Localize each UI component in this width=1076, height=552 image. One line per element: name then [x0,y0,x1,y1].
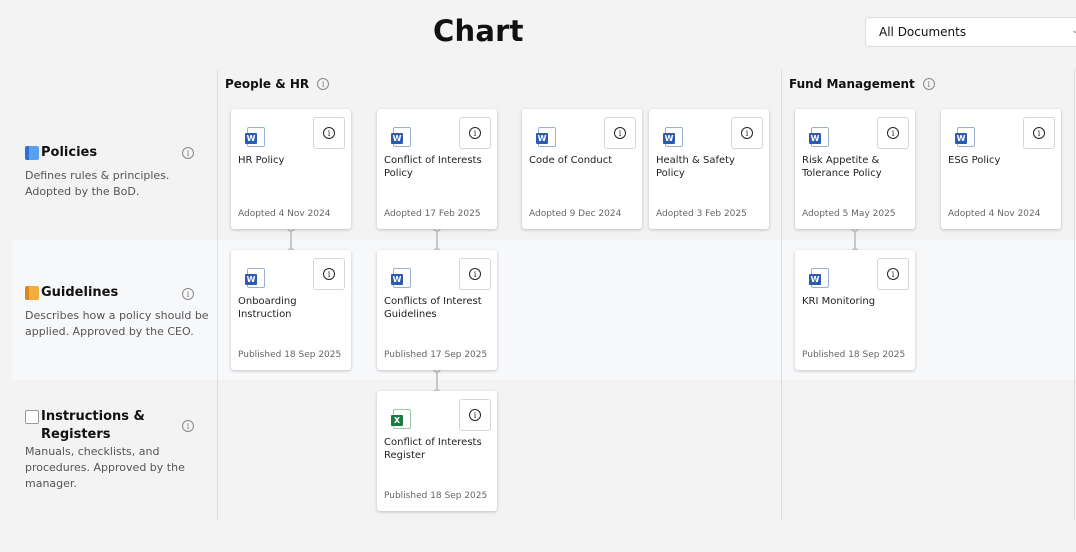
card-title: Health & Safety Policy [656,155,735,179]
info-icon: i [469,409,481,421]
row-label-policies: Policies i Defines rules & principles. A… [25,144,215,200]
card-status: Published 18 Sep 2025 [802,350,906,360]
connector [433,365,441,397]
word-file-icon: W [245,127,265,147]
card-status: Adopted 5 May 2025 [802,209,896,219]
info-icon: i [323,268,335,280]
document-card-kri-monitoring[interactable]: W i KRI Monitoring Published 18 Sep 2025 [795,250,915,370]
column-divider [1074,70,1075,520]
word-file-icon: W [391,268,411,288]
card-title: Code of Conduct [529,155,613,166]
info-icon: i [1033,127,1045,139]
row-title: Policies [41,145,98,160]
row-label-guidelines: Guidelines i Describes how a policy shou… [25,284,215,340]
page-title: Chart [433,14,524,48]
info-icon[interactable]: i [182,147,194,159]
info-button[interactable]: i [877,258,909,290]
chevron-down-icon: ⌄ [1071,25,1076,36]
document-card-code-of-conduct[interactable]: W i Code of Conduct Adopted 9 Dec 2024 [522,109,642,229]
document-card-conflicts-guidelines[interactable]: W i Conflicts of Interest Guidelines Pub… [377,250,497,370]
document-card-esg-policy[interactable]: W i ESG Policy Adopted 4 Nov 2024 [941,109,1061,229]
orange-book-icon [25,286,39,300]
card-title: Conflicts of Interest Guidelines [384,296,482,320]
connector [433,224,441,256]
card-status: Published 18 Sep 2025 [238,350,342,360]
blue-book-icon [25,146,39,160]
connector [287,224,295,256]
info-button[interactable]: i [877,117,909,149]
excel-file-icon: X [391,409,411,429]
document-card-hr-policy[interactable]: W i HR Policy Adopted 4 Nov 2024 [231,109,351,229]
word-file-icon: W [809,127,829,147]
info-button[interactable]: i [731,117,763,149]
document-card-health-safety[interactable]: W i Health & Safety Policy Adopted 3 Feb… [649,109,769,229]
word-file-icon: W [809,268,829,288]
card-title: KRI Monitoring [802,296,876,307]
row-description: Defines rules & principles. Adopted by t… [25,169,170,198]
column-divider [217,70,218,520]
info-icon[interactable]: i [922,78,935,90]
card-status: Published 17 Sep 2025 [384,350,488,360]
row-label-instructions: Instructions & Registers i Manuals, chec… [25,408,215,492]
info-icon: i [887,268,899,280]
document-card-risk-appetite[interactable]: W i Risk Appetite & Tolerance Policy Ado… [795,109,915,229]
info-icon[interactable]: i [317,78,330,90]
info-button[interactable]: i [604,117,636,149]
info-icon: i [887,127,899,139]
group-header-fund-management: Fund Management i [789,77,935,91]
info-icon[interactable]: i [182,288,194,300]
info-button[interactable]: i [459,258,491,290]
word-file-icon: W [536,127,556,147]
word-file-icon: W [245,268,265,288]
card-title: Risk Appetite & Tolerance Policy [802,155,882,179]
row-description: Manuals, checklists, and procedures. App… [25,445,185,490]
page-icon [25,410,39,424]
connector [851,224,859,256]
info-icon: i [323,127,335,139]
info-button[interactable]: i [459,117,491,149]
info-button[interactable]: i [459,399,491,431]
info-button[interactable]: i [313,117,345,149]
info-icon: i [469,268,481,280]
info-button[interactable]: i [1023,117,1055,149]
row-description: Describes how a policy should be applied… [25,309,209,338]
row-title: Instructions & Registers [41,409,145,442]
word-file-icon: W [663,127,683,147]
card-title: HR Policy [238,155,285,166]
info-button[interactable]: i [313,258,345,290]
card-status: Adopted 9 Dec 2024 [529,209,622,219]
document-filter-select[interactable]: All Documents ⌄ [865,17,1076,47]
document-card-onboarding[interactable]: W i Onboarding Instruction Published 18 … [231,250,351,370]
document-filter-value: All Documents [879,25,967,39]
info-icon: i [614,127,626,139]
card-status: Adopted 4 Nov 2024 [238,209,331,219]
column-divider [781,70,782,520]
card-status: Adopted 3 Feb 2025 [656,209,747,219]
group-header-people-hr: People & HR i [225,77,330,91]
card-title: Conflict of Interests Policy [384,155,482,179]
row-title: Guidelines [41,285,119,300]
word-file-icon: W [955,127,975,147]
document-card-conflict-policy[interactable]: W i Conflict of Interests Policy Adopted… [377,109,497,229]
card-title: ESG Policy [948,155,1001,166]
card-title: Onboarding Instruction [238,296,297,320]
card-title: Conflict of Interests Register [384,437,482,461]
info-icon: i [469,127,481,139]
word-file-icon: W [391,127,411,147]
card-status: Adopted 4 Nov 2024 [948,209,1041,219]
document-card-conflict-register[interactable]: X i Conflict of Interests Register Publi… [377,391,497,511]
group-label: People & HR [225,77,310,91]
info-icon[interactable]: i [182,420,194,432]
card-status: Published 18 Sep 2025 [384,491,488,501]
info-icon: i [741,127,753,139]
card-status: Adopted 17 Feb 2025 [384,209,481,219]
group-label: Fund Management [789,77,915,91]
